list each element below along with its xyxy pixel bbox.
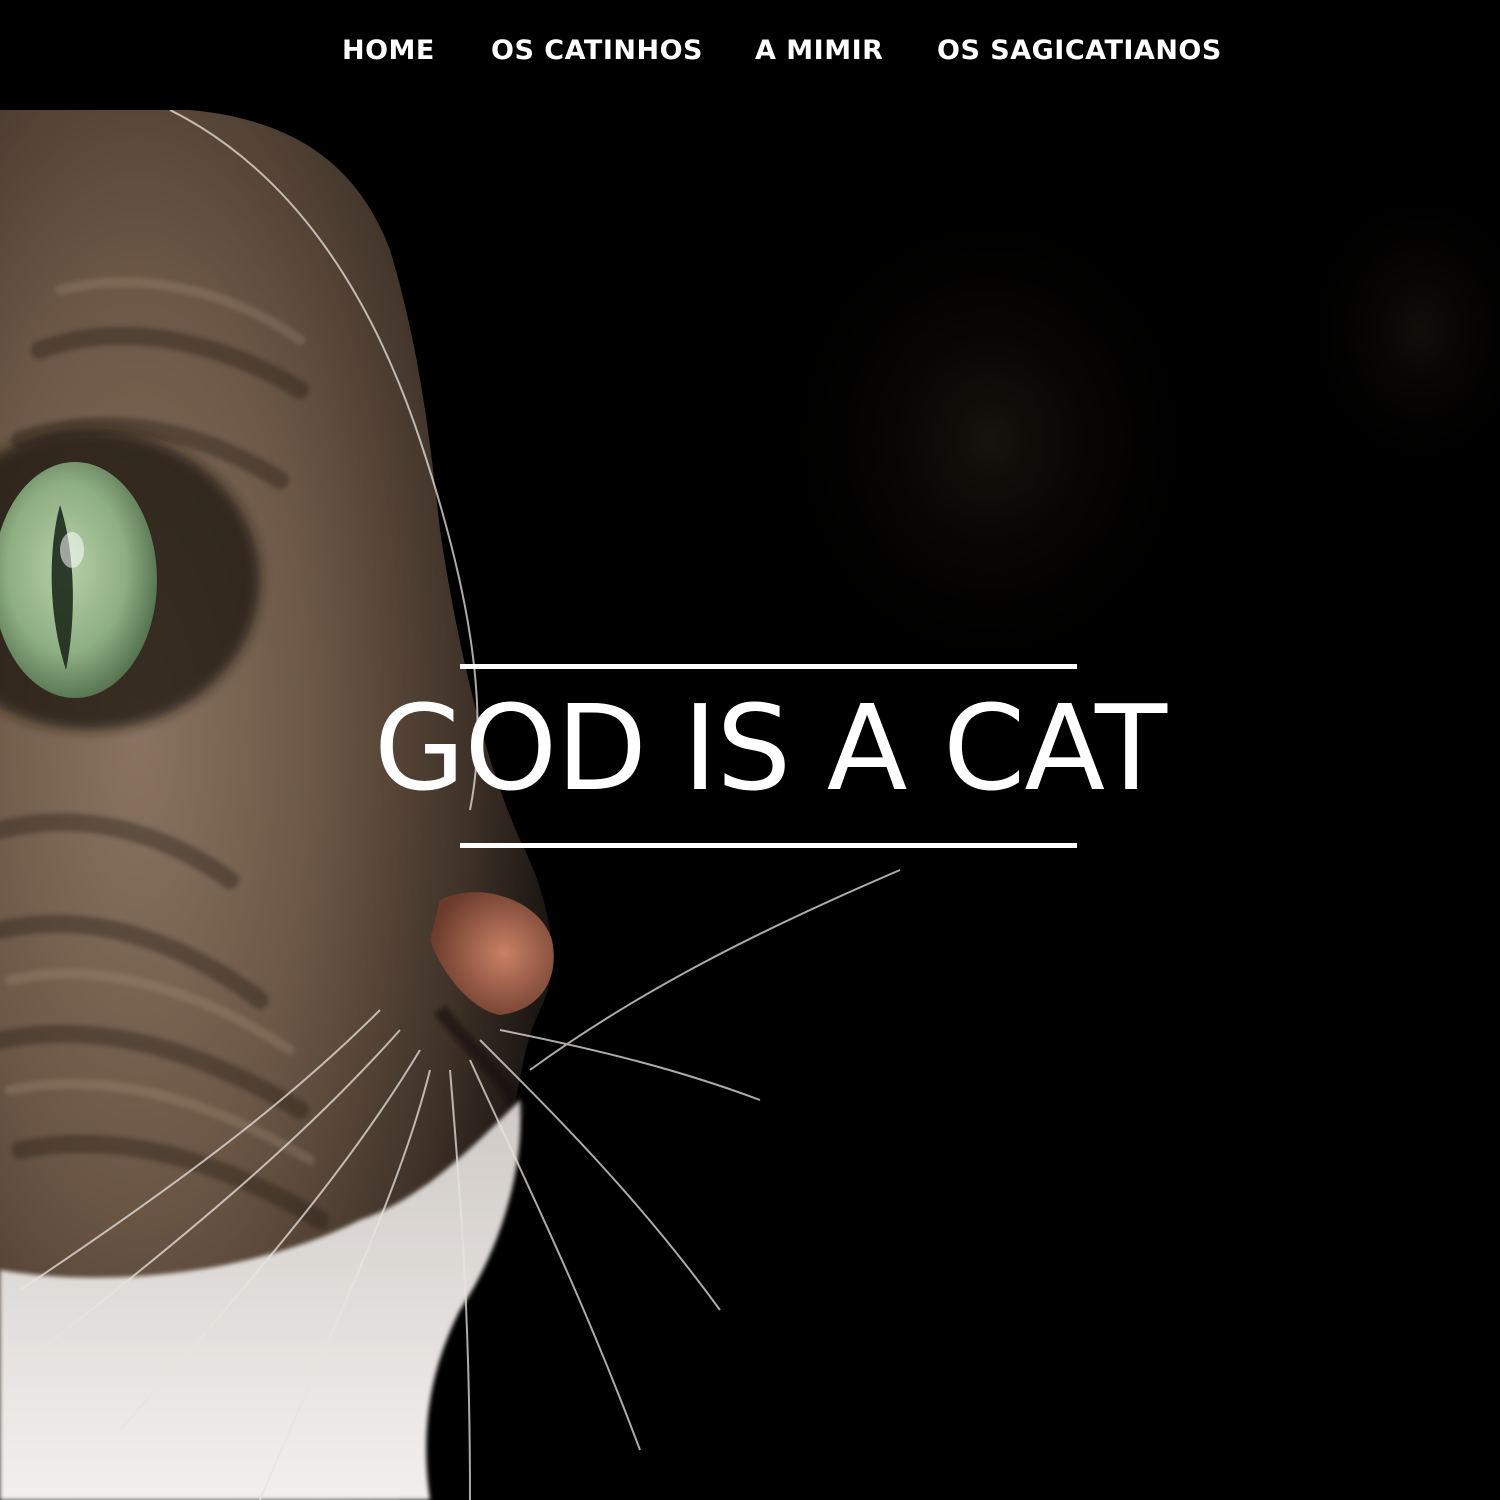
nav-link-a-mimir[interactable]: A MIMIR [755, 31, 883, 71]
nav-link-os-catinhos[interactable]: OS CATINHOS [491, 31, 703, 71]
nav-link-home[interactable]: HOME [342, 31, 435, 71]
page: HOME OS CATINHOS A MIMIR OS SAGICATIANOS [0, 0, 1500, 1500]
nav-link-os-sagicatianos[interactable]: OS SAGICATIANOS [937, 31, 1222, 71]
top-navbar: HOME OS CATINHOS A MIMIR OS SAGICATIANOS [0, 0, 1500, 110]
hero-section: GOD IS A CAT [0, 110, 1500, 1500]
bokeh-light [760, 180, 1220, 700]
bokeh-light [1290, 170, 1500, 490]
cat-photo-image [0, 110, 1500, 1500]
cat-eye [0, 462, 157, 698]
